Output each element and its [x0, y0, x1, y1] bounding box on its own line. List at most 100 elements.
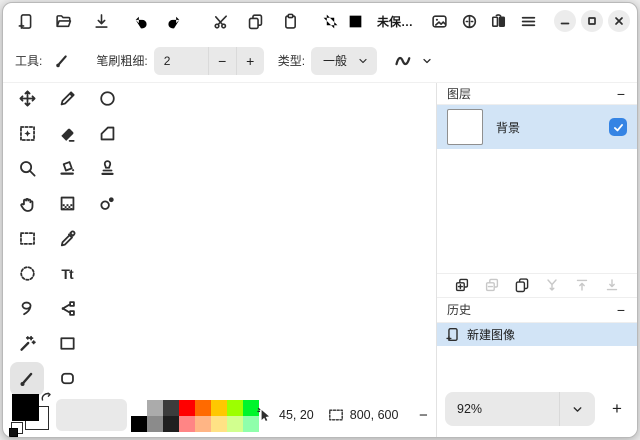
foreground-color-swatch[interactable]	[12, 394, 39, 421]
app-window: 未保… 工具: 笔刷粗细: 2 − +	[2, 2, 638, 438]
lower-layer-button[interactable]	[603, 276, 621, 294]
crop-button[interactable]	[318, 8, 342, 34]
tool-color-circles[interactable]	[90, 187, 124, 221]
palette-swatch[interactable]	[227, 400, 243, 416]
brush-type-dropdown[interactable]: 一般	[311, 47, 377, 75]
layers-collapse-button[interactable]: −	[615, 86, 627, 102]
tool-label: 工具:	[15, 52, 42, 69]
zoom-out-button[interactable]: −	[412, 404, 434, 426]
current-tool-button[interactable]	[50, 48, 74, 74]
toolbox-spacer	[90, 362, 124, 396]
maximize-button[interactable]	[581, 10, 603, 32]
main-menu-button[interactable]	[516, 8, 540, 34]
tool-shape[interactable]	[90, 117, 124, 151]
zoom-in-button[interactable]: +	[605, 397, 629, 421]
canvas-area[interactable]	[133, 83, 436, 393]
palette-swatch[interactable]	[163, 416, 179, 432]
tool-fill[interactable]	[50, 152, 84, 186]
remove-layer-button[interactable]	[483, 276, 501, 294]
cut-button[interactable]	[209, 8, 233, 34]
tool-rect-select[interactable]	[10, 222, 44, 256]
add-layer-button[interactable]	[453, 276, 471, 294]
palette-swatch[interactable]	[131, 400, 147, 416]
tool-rounded-rectangle[interactable]	[50, 362, 84, 396]
palette-swatch[interactable]	[211, 400, 227, 416]
default-colors-button-fg[interactable]	[9, 428, 18, 437]
undo-button[interactable]	[129, 8, 153, 34]
brush-size-spinner: 2 − +	[154, 47, 264, 75]
adjustments-button[interactable]	[457, 8, 481, 34]
palette-swatch[interactable]	[211, 416, 227, 432]
toolbox-spacer	[90, 327, 124, 361]
pages-button[interactable]	[486, 8, 510, 34]
copy-button[interactable]	[243, 8, 267, 34]
chevron-down-icon	[421, 55, 433, 67]
palette-swatch[interactable]	[163, 400, 179, 416]
palette-swatch[interactable]	[195, 400, 211, 416]
tool-pan[interactable]	[10, 187, 44, 221]
zoom-level-dropdown[interactable]: 92%	[445, 392, 595, 426]
layer-row[interactable]: 背景	[437, 105, 637, 149]
hamburger-menu-icon	[520, 13, 537, 30]
titlebar: 未保…	[3, 3, 637, 39]
stroke-style-button[interactable]	[389, 48, 419, 74]
cut-icon	[213, 13, 230, 30]
layer-visible-checkbox[interactable]	[609, 118, 627, 136]
add-layer-icon	[454, 277, 470, 293]
copy-icon	[247, 13, 264, 30]
palette-swatch[interactable]	[147, 416, 163, 432]
tool-ellipse[interactable]	[90, 82, 124, 116]
scale-button[interactable]	[343, 8, 367, 34]
tool-ellipse-select[interactable]	[10, 257, 44, 291]
palette-swatch[interactable]	[179, 400, 195, 416]
layers-panel-title: 图层	[447, 85, 471, 102]
tool-move[interactable]	[10, 82, 44, 116]
tool-eraser[interactable]	[50, 117, 84, 151]
tool-zoom[interactable]	[10, 152, 44, 186]
paste-button[interactable]	[278, 8, 302, 34]
tool-region-select[interactable]	[10, 117, 44, 151]
tool-magic-wand[interactable]	[10, 327, 44, 361]
tool-path[interactable]	[50, 292, 84, 326]
layer-thumbnail	[447, 109, 483, 145]
history-panel-title: 历史	[447, 301, 471, 318]
color-chooser-button[interactable]	[56, 399, 127, 431]
history-collapse-button[interactable]: −	[615, 302, 627, 318]
stroke-style-chevron[interactable]	[419, 48, 435, 74]
palette-swatch[interactable]	[195, 416, 211, 432]
tool-free-select[interactable]	[10, 292, 44, 326]
close-icon	[613, 15, 625, 27]
tool-pattern-fill[interactable]	[50, 187, 84, 221]
tool-brush[interactable]	[10, 362, 44, 396]
palette-swatch[interactable]	[131, 416, 147, 432]
merge-layer-button[interactable]	[543, 276, 561, 294]
tool-stamp[interactable]	[90, 152, 124, 186]
open-folder-icon	[55, 13, 72, 30]
image-properties-button[interactable]	[427, 8, 451, 34]
palette-swatch[interactable]	[179, 416, 195, 432]
zoom-level-value: 92%	[445, 402, 559, 416]
brush-size-value[interactable]: 2	[154, 54, 208, 68]
tool-pencil[interactable]	[50, 82, 84, 116]
minimize-button[interactable]	[554, 10, 576, 32]
brush-size-decrease-button[interactable]: −	[208, 47, 236, 75]
raise-layer-button[interactable]	[573, 276, 591, 294]
new-image-button[interactable]	[13, 8, 37, 34]
brush-size-increase-button[interactable]: +	[236, 47, 264, 75]
open-button[interactable]	[51, 8, 75, 34]
zoom-dropdown-chevron[interactable]	[559, 392, 595, 426]
close-button[interactable]	[608, 10, 630, 32]
tool-color-picker[interactable]	[50, 222, 84, 256]
redo-button[interactable]	[161, 8, 185, 34]
type-label: 类型:	[278, 52, 305, 69]
swap-colors-button[interactable]	[40, 391, 55, 406]
duplicate-layer-button[interactable]	[513, 276, 531, 294]
palette-swatch[interactable]	[147, 400, 163, 416]
tool-text[interactable]: Tt	[50, 257, 84, 291]
save-button[interactable]	[89, 8, 113, 34]
merge-layers-icon	[544, 277, 560, 293]
zoom-bar: 92% +	[437, 387, 637, 437]
history-item[interactable]: 新建图像	[437, 323, 637, 346]
tool-rectangle[interactable]	[50, 327, 84, 361]
palette-swatch[interactable]	[227, 416, 243, 432]
